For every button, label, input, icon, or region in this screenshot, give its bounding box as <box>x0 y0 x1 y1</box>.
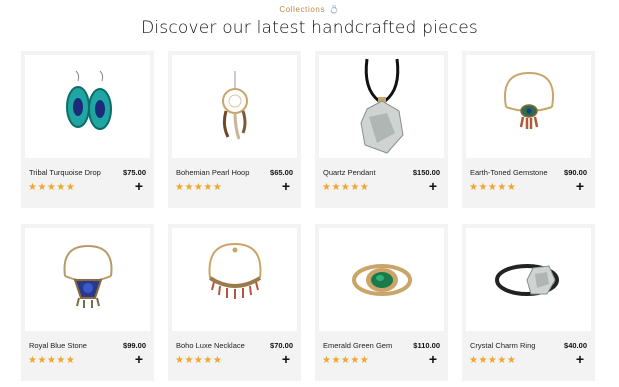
add-to-cart-button[interactable]: + <box>279 179 293 193</box>
product-price: $40.00 <box>564 341 587 350</box>
product-price: $75.00 <box>123 168 146 177</box>
product-price: $90.00 <box>564 168 587 177</box>
collections-eyebrow: Collections 💍 <box>0 5 619 14</box>
rating-stars: ★★★★★ <box>322 182 370 193</box>
add-to-cart-button[interactable]: + <box>132 179 146 193</box>
eyebrow-label: Collections <box>279 5 326 14</box>
page-title: Discover our latest handcrafted pieces <box>141 18 478 38</box>
product-price: $70.00 <box>270 341 293 350</box>
product-price: $150.00 <box>412 168 440 177</box>
rating-stars: ★★★★★ <box>469 182 517 193</box>
product-image-dreamcatcher-earring[interactable] <box>172 55 297 158</box>
product-name: Bohemian Pearl Hoop <box>176 168 250 177</box>
product-card[interactable]: Quartz Pendant $150.00 ★★★★★ + <box>315 51 448 208</box>
rating-stars: ★★★★★ <box>322 355 370 366</box>
add-to-cart-button[interactable]: + <box>426 179 440 193</box>
product-card[interactable]: Crystal Charm Ring $40.00 ★★★★★ + <box>462 224 595 381</box>
rating-stars: ★★★★★ <box>469 355 517 366</box>
product-name: Royal Blue Stone <box>29 341 87 350</box>
add-to-cart-button[interactable]: + <box>132 352 146 366</box>
product-card[interactable]: Boho Luxe Necklace $70.00 ★★★★★ + <box>168 224 301 381</box>
rating-stars: ★★★★★ <box>28 182 76 193</box>
product-image-boho-necklace[interactable] <box>172 228 297 331</box>
product-price: $110.00 <box>413 341 440 350</box>
add-to-cart-button[interactable]: + <box>573 179 587 193</box>
product-name: Emerald Green Gem <box>323 341 393 350</box>
section-header: Collections 💍 Discover our latest handcr… <box>0 0 619 47</box>
product-card[interactable]: Earth-Toned Gemstone $90.00 ★★★★★ + <box>462 51 595 208</box>
rating-stars: ★★★★★ <box>175 182 223 193</box>
product-card[interactable]: Royal Blue Stone $99.00 ★★★★★ + <box>21 224 154 381</box>
rating-stars: ★★★★★ <box>28 355 76 366</box>
product-price: $65.00 <box>270 168 293 177</box>
product-image-emerald-ring[interactable] <box>319 228 444 331</box>
product-name: Tribal Turquoise Drop <box>29 168 101 177</box>
product-name: Quartz Pendant <box>323 168 376 177</box>
product-grid: Tribal Turquoise Drop $75.00 ★★★★★ + Boh… <box>21 51 595 381</box>
product-image-turquoise-earrings[interactable] <box>25 55 150 158</box>
rating-stars: ★★★★★ <box>175 355 223 366</box>
product-image-crystal-ring[interactable] <box>466 228 591 331</box>
product-name: Earth-Toned Gemstone <box>470 168 548 177</box>
product-card[interactable]: Tribal Turquoise Drop $75.00 ★★★★★ + <box>21 51 154 208</box>
product-card[interactable]: Bohemian Pearl Hoop $65.00 ★★★★★ + <box>168 51 301 208</box>
product-name: Boho Luxe Necklace <box>176 341 245 350</box>
ring-icon: 💍 <box>329 5 340 14</box>
product-image-gemstone-necklace[interactable] <box>466 55 591 158</box>
add-to-cart-button[interactable]: + <box>279 352 293 366</box>
product-name: Crystal Charm Ring <box>470 341 536 350</box>
product-image-quartz-pendant[interactable] <box>319 55 444 158</box>
add-to-cart-button[interactable]: + <box>573 352 587 366</box>
add-to-cart-button[interactable]: + <box>426 352 440 366</box>
product-image-blue-stone-necklace[interactable] <box>25 228 150 331</box>
product-card[interactable]: Emerald Green Gem $110.00 ★★★★★ + <box>315 224 448 381</box>
product-price: $99.00 <box>123 341 146 350</box>
